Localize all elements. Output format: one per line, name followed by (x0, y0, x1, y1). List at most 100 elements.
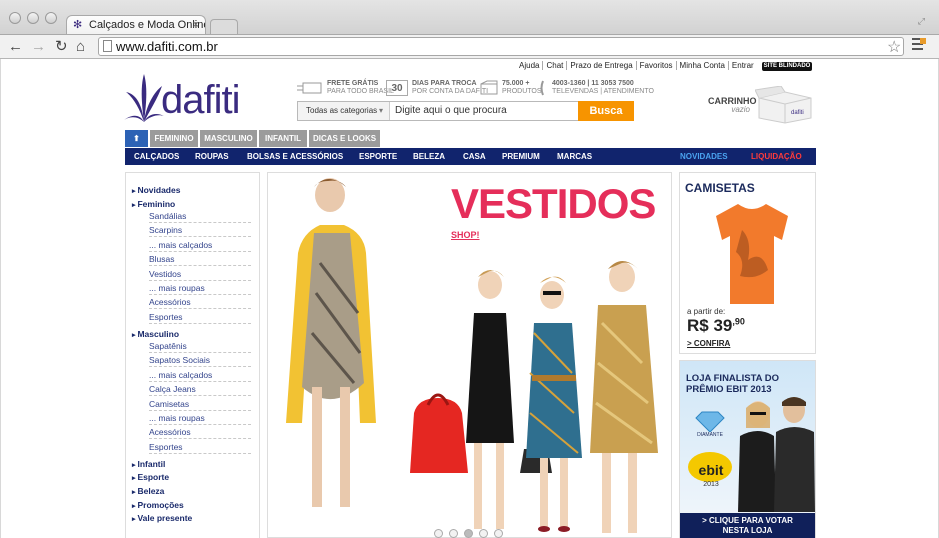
nav-marcas[interactable]: MARCAS (557, 148, 592, 165)
sidebar-item[interactable]: ... mais calçados (149, 369, 251, 382)
category-select-label: Todas as categorias (306, 106, 378, 115)
link-favoritos[interactable]: Favoritos (636, 61, 677, 70)
tab-title: Calçados e Moda Online – (89, 19, 206, 31)
nav-calcados[interactable]: CALÇADOS (134, 148, 179, 165)
sidebar-item[interactable]: ... mais calçados (149, 239, 251, 252)
sidebar-item[interactable]: Vestidos (149, 268, 251, 281)
calendar-icon: 30 (386, 80, 408, 96)
carousel-dot[interactable] (434, 529, 443, 538)
new-tab-button[interactable] (210, 19, 238, 34)
link-chat[interactable]: Chat (543, 61, 568, 70)
banner-shop-link[interactable]: SHOP! (451, 230, 480, 240)
sidebar-item[interactable]: Acessórios (149, 296, 251, 309)
link-minha-conta[interactable]: Minha Conta (676, 61, 729, 70)
nav-esporte[interactable]: ESPORTE (359, 148, 397, 165)
nav-premium[interactable]: PREMIUM (502, 148, 540, 165)
nav-bolsas-acessorios[interactable]: BOLSAS E ACESSÓRIOS (247, 148, 343, 165)
carousel-dot-active[interactable] (464, 529, 473, 538)
category-select[interactable]: Todas as categorias ▾ (298, 102, 390, 120)
tab-infantil[interactable]: INFANTIL (259, 130, 307, 147)
browser-tab[interactable]: ✻ Calçados e Moda Online – × (66, 15, 206, 35)
link-prazo-entrega[interactable]: Prazo de Entrega (567, 61, 637, 70)
sidebar-item[interactable]: Calça Jeans (149, 383, 251, 396)
sidebar-item[interactable]: ... mais roupas (149, 412, 251, 425)
sidebar-item[interactable]: Esportes (149, 441, 251, 454)
home-arrow-icon: ⬆ (133, 134, 140, 143)
nav-roupas[interactable]: ROUPAS (195, 148, 229, 165)
search-input[interactable]: Digite aqui o que procura (390, 102, 578, 120)
browser-menu-icon[interactable] (912, 38, 926, 54)
phone-icon (540, 80, 544, 96)
bookmark-star-icon[interactable]: ☆ (887, 37, 901, 57)
feature-atendimento-sub: TELEVENDAS | ATENDIMENTO (552, 88, 654, 95)
feature-troca-sub: POR CONTA DA DAFITI (412, 88, 489, 95)
sidebar-item[interactable]: Scarpins (149, 224, 251, 237)
sidebar-item[interactable]: ... mais roupas (149, 282, 251, 295)
site-blindado-badge[interactable]: SITE BLINDADO (762, 62, 812, 71)
tab-masculino[interactable]: MASCULINO (200, 130, 257, 147)
search-button[interactable]: Busca (578, 101, 634, 121)
dafiti-logo-text[interactable]: dafiti (161, 78, 240, 123)
sidebar-item[interactable]: Esportes (149, 311, 251, 324)
link-entrar[interactable]: Entrar (729, 61, 757, 70)
models-photo[interactable] (268, 173, 671, 537)
back-arrow-icon[interactable]: ← (8, 38, 23, 56)
diamante-label: DIAMANTE (697, 432, 723, 438)
carousel-dot[interactable] (479, 529, 488, 538)
dafiti-leaf-logo-icon[interactable] (124, 72, 164, 124)
sidebar-item[interactable]: Acessórios (149, 426, 251, 439)
sidebar-item[interactable]: Sandálias (149, 210, 251, 223)
nav-liquidacao[interactable]: LIQUIDAÇÃO (751, 148, 802, 165)
link-ajuda[interactable]: Ajuda (516, 61, 544, 70)
sidebar-item[interactable]: Sapatos Sociais (149, 354, 251, 367)
reload-icon[interactable]: ↻ (55, 38, 68, 56)
sidebar-infantil[interactable]: Infantil (132, 458, 165, 472)
home-tab[interactable]: ⬆ (125, 130, 148, 147)
sidebar-item[interactable]: Sapatênis (149, 340, 251, 353)
promo-price-value: R$ 39 (687, 316, 733, 335)
feature-frete: FRETE GRÁTIS PARA TODO BRASIL (327, 80, 394, 96)
address-bar[interactable]: www.dafiti.com.br (98, 37, 904, 56)
tab-feminino[interactable]: FEMININO (150, 130, 198, 147)
home-icon[interactable]: ⌂ (76, 38, 85, 56)
nav-beleza[interactable]: BELEZA (413, 148, 445, 165)
sidebar-esporte[interactable]: Esporte (132, 471, 169, 485)
ebit-year: 2013 (703, 481, 719, 488)
vote-button[interactable]: > CLIQUE PARA VOTAR NESTA LOJA (680, 513, 815, 538)
sidebar-beleza[interactable]: Beleza (132, 485, 164, 499)
sidebar-item[interactable]: Blusas (149, 253, 251, 266)
promo-price: R$ 39,90 (687, 316, 745, 336)
promo-from-label: a partir de: (687, 307, 726, 316)
cart-box-icon[interactable]: dafiti (755, 86, 813, 124)
category-navbar: CALÇADOS ROUPAS BOLSAS E ACESSÓRIOS ESPO… (125, 148, 816, 165)
truck-icon (297, 82, 322, 94)
couple-photo (738, 397, 815, 512)
minimize-window-button[interactable] (27, 12, 39, 24)
nav-novidades[interactable]: NOVIDADES (680, 148, 728, 165)
banner-headline[interactable]: VESTIDOS (451, 182, 656, 226)
forward-arrow-icon[interactable]: → (31, 38, 46, 56)
sidebar-novidades[interactable]: Novidades (132, 184, 180, 198)
feature-produtos-sub: PRODUTOS (502, 88, 542, 95)
tab-dicas-looks[interactable]: DICAS E LOOKS (309, 130, 380, 147)
zoom-window-button[interactable] (45, 12, 57, 24)
promo-price-cents: ,90 (732, 316, 745, 327)
feature-troca-title: DIAS PARA TROCA (412, 80, 477, 87)
carousel-dot[interactable] (494, 529, 503, 538)
feature-frete-sub: PARA TODO BRASIL (327, 88, 394, 95)
close-window-button[interactable] (9, 12, 21, 24)
sidebar-promocoes[interactable]: Promoções (132, 499, 183, 513)
header-top-links: Ajuda Chat Prazo de Entrega Favoritos Minha … (516, 61, 757, 70)
orange-tshirt-image[interactable] (712, 200, 792, 308)
feature-atendimento-title: 4003-1360 | 11 3053 7500 (552, 80, 634, 87)
promo-confira-link[interactable]: > CONFIRA (687, 339, 730, 348)
sidebar-vale-presente[interactable]: Vale presente (132, 512, 192, 526)
carousel-dot[interactable] (449, 529, 458, 538)
nav-casa[interactable]: CASA (463, 148, 486, 165)
search-bar: Todas as categorias ▾ Digite aqui o que p… (297, 101, 634, 121)
feature-atendimento: 4003-1360 | 11 3053 7500 TELEVENDAS | ATE… (552, 80, 654, 96)
sidebar-item[interactable]: Camisetas (149, 398, 251, 411)
promo-camisetas-title: CAMISETAS (685, 181, 755, 195)
fullscreen-icon[interactable]: ⤢ (918, 16, 925, 27)
tab-close-icon[interactable]: × (193, 16, 199, 35)
